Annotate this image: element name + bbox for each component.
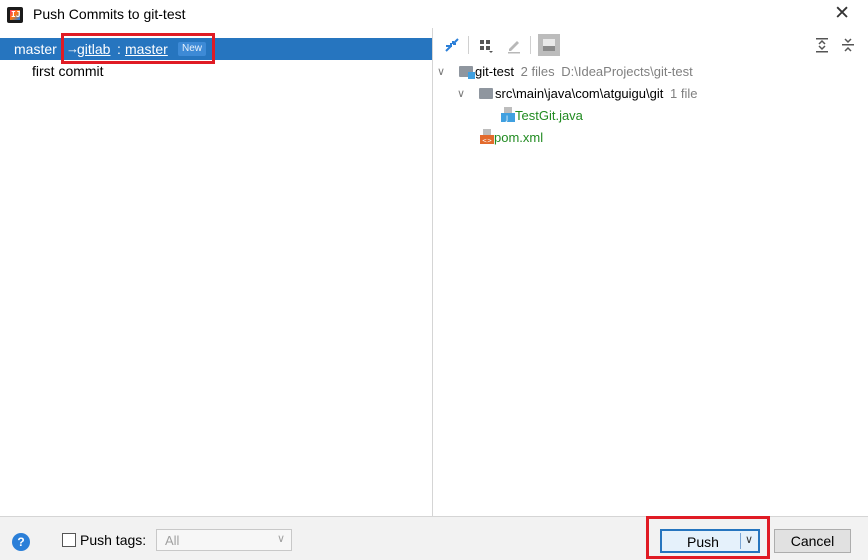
expand-diff-icon[interactable] [443, 36, 461, 54]
help-icon[interactable]: ? [12, 533, 30, 551]
group-by-icon[interactable] [477, 36, 495, 54]
folder-path: src\main\java\com\atguigu\git [495, 86, 664, 101]
push-tags-label: Push tags: [80, 532, 147, 548]
root-file-count: 2 files [520, 64, 555, 79]
close-icon[interactable]: ✕ [834, 2, 850, 25]
tree-file-row[interactable]: J TestGit.java [501, 107, 583, 123]
folder-icon [479, 88, 493, 99]
svg-text:J: J [505, 115, 508, 123]
highlight-box-push [646, 516, 770, 559]
title-bar: IJ Push Commits to git-test ✕ [0, 0, 868, 28]
tags-select[interactable]: All ∨ [156, 529, 292, 551]
commits-pane: master → gitlab : master New first commi… [0, 28, 433, 516]
root-name: git-test [475, 64, 515, 79]
chevron-down-icon[interactable]: ∨ [437, 65, 445, 78]
changes-pane: ∨ git-test 2 files D:\IdeaProjects\git-t… [433, 28, 868, 516]
preview-diff-icon[interactable] [538, 34, 560, 56]
edit-source-icon[interactable] [505, 36, 523, 54]
dialog-title: Push Commits to git-test [33, 6, 186, 22]
collapse-all-icon[interactable] [839, 36, 857, 54]
svg-text:<>: <> [482, 138, 492, 145]
push-tags-checkbox[interactable] [62, 533, 76, 547]
cancel-button-label: Cancel [790, 533, 835, 549]
chevron-down-icon: ∨ [276, 533, 285, 545]
expand-all-icon[interactable] [813, 36, 831, 54]
local-branch-label: master [14, 41, 57, 57]
java-file-icon: J [501, 107, 515, 123]
folder-file-count: 1 file [669, 86, 698, 101]
toolbar-separator [468, 36, 469, 54]
cancel-button[interactable]: Cancel [774, 529, 851, 553]
intellij-app-icon: IJ [7, 7, 23, 23]
commit-item[interactable]: first commit [32, 63, 104, 79]
toolbar-separator [530, 36, 531, 54]
file-name-pom: pom.xml [494, 130, 544, 145]
maven-file-icon: <> [480, 129, 494, 145]
tree-file-row[interactable]: <> pom.xml [480, 129, 543, 145]
root-path: D:\IdeaProjects\git-test [561, 64, 693, 79]
chevron-down-icon[interactable]: ∨ [457, 87, 465, 100]
tags-select-value: All [165, 533, 180, 548]
highlight-box-remote [61, 33, 215, 64]
file-name-testgit: TestGit.java [515, 108, 583, 123]
module-folder-icon [459, 66, 475, 79]
